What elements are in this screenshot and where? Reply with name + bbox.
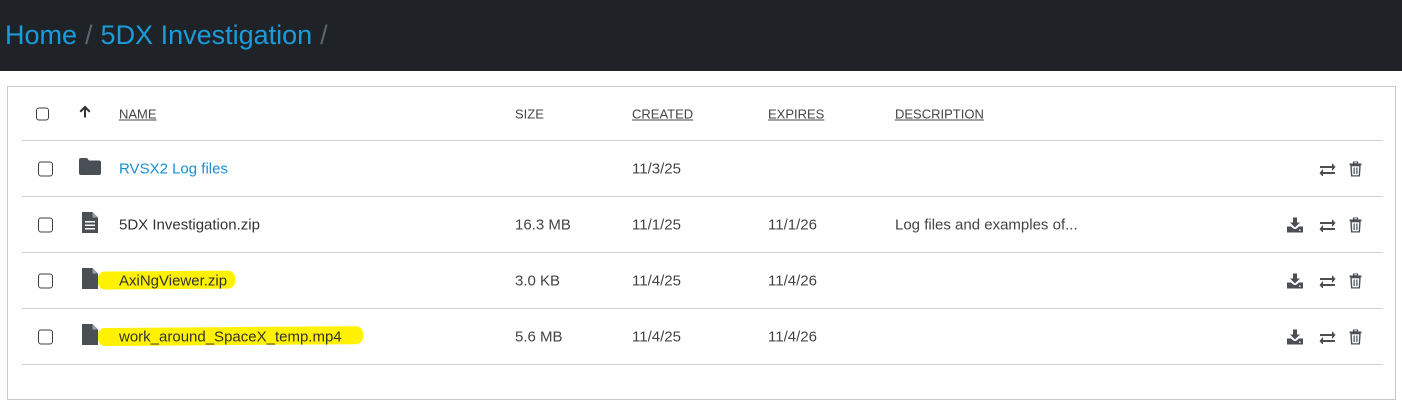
table-header: NAME SIZE CREATED EXPIRES DESCRIPTION [22,87,1383,141]
row-checkbox[interactable] [38,217,53,232]
table-row[interactable]: work_around_SpaceX_temp.mp4 5.6 MB 11/4/… [22,309,1383,365]
table-row[interactable]: 5DX Investigation.zip 16.3 MB 11/1/25 11… [22,197,1383,253]
breadcrumb-separator: / [85,20,93,50]
expires-date: 11/4/26 [768,328,817,345]
folder-name-link[interactable]: RVSX2 Log files [119,160,228,177]
column-header-created[interactable]: CREATED [632,106,693,121]
file-name[interactable]: work_around_SpaceX_temp.mp4 [119,328,342,345]
created-date: 11/1/25 [632,216,681,233]
file-icon [82,267,98,294]
download-icon[interactable] [1287,217,1303,232]
folder-icon [79,157,101,180]
top-bar: Home / 5DX Investigation / [0,0,1402,71]
description: Log files and examples of... [895,216,1078,233]
file-size: 5.6 MB [515,328,563,345]
column-header-name[interactable]: NAME [119,106,157,121]
move-icon[interactable] [1319,274,1336,288]
file-name[interactable]: 5DX Investigation.zip [119,216,260,233]
expires-date: 11/4/26 [768,272,817,289]
expires-date: 11/1/26 [768,216,817,233]
arrow-up-icon[interactable] [78,104,92,123]
trash-icon[interactable] [1349,217,1362,232]
file-list-panel: NAME SIZE CREATED EXPIRES DESCRIPTION RV… [7,86,1396,400]
document-icon [82,211,98,238]
created-date: 11/4/25 [632,272,681,289]
column-header-size: SIZE [515,106,544,121]
select-all-checkbox[interactable] [36,107,49,120]
row-checkbox[interactable] [38,273,53,288]
breadcrumb-separator: / [320,20,328,50]
row-checkbox[interactable] [38,329,53,344]
move-icon[interactable] [1319,162,1336,176]
created-date: 11/3/25 [632,160,681,177]
trash-icon[interactable] [1349,161,1362,176]
file-size: 16.3 MB [515,216,571,233]
file-size: 3.0 KB [515,272,561,289]
created-date: 11/4/25 [632,328,681,345]
download-icon[interactable] [1287,273,1303,288]
file-name[interactable]: AxiNgViewer.zip [119,272,227,289]
breadcrumb-current-folder[interactable]: 5DX Investigation [101,20,313,51]
table-row[interactable]: RVSX2 Log files 11/3/25 [22,141,1383,197]
move-icon[interactable] [1319,218,1336,232]
file-icon [82,323,98,350]
trash-icon[interactable] [1349,329,1362,344]
row-checkbox[interactable] [38,161,53,176]
download-icon[interactable] [1287,329,1303,344]
table-row[interactable]: AxiNgViewer.zip 3.0 KB 11/4/25 11/4/26 [22,253,1383,309]
column-header-description[interactable]: DESCRIPTION [895,106,984,121]
trash-icon[interactable] [1349,273,1362,288]
breadcrumb-home[interactable]: Home [5,20,77,51]
column-header-expires[interactable]: EXPIRES [768,106,824,121]
move-icon[interactable] [1319,330,1336,344]
